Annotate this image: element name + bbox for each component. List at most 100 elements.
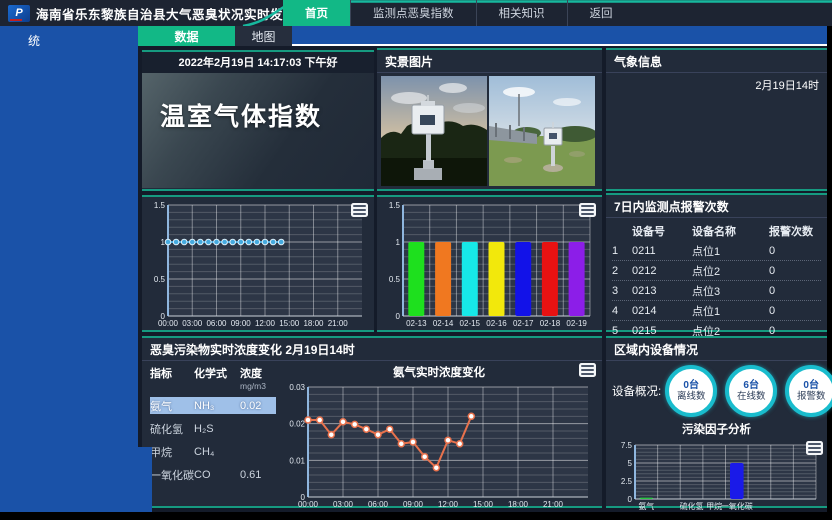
pollutant-row-NH₃[interactable]: 氨气NH₃0.02 xyxy=(150,397,276,414)
svg-text:0.03: 0.03 xyxy=(289,383,305,392)
col-alarm-count: 报警次数 xyxy=(769,223,821,239)
odor-panel: 恶臭污染物实时浓度变化 2月19日14时 指标 化学式 浓度 mg/m3 氨气N… xyxy=(142,336,602,508)
svg-text:02-15: 02-15 xyxy=(460,319,481,328)
app-title: 海南省乐东黎族自治县大气恶臭状况实时发布系 xyxy=(36,4,309,23)
col-indicator: 指标 xyxy=(150,365,194,391)
weather-panel-title: 气象信息 xyxy=(606,50,827,73)
greenhouse-index-title: 温室气体指数 xyxy=(142,73,374,133)
svg-text:02-18: 02-18 xyxy=(540,319,561,328)
ammonia-chart-area: 氨气实时浓度变化 00.010.020.0300:0003:0006:0009:… xyxy=(276,361,602,510)
svg-text:09:00: 09:00 xyxy=(231,319,252,328)
svg-text:02-17: 02-17 xyxy=(513,319,534,328)
chart-menu-icon[interactable] xyxy=(806,441,823,455)
svg-text:12:00: 12:00 xyxy=(255,319,276,328)
pollutant-row-H₂S[interactable]: 硫化氢H₂S xyxy=(150,420,276,437)
alarm-table-row: 30213点位30 xyxy=(612,281,821,301)
svg-text:甲烷: 甲烷 xyxy=(706,501,722,511)
concentration-unit: mg/m3 xyxy=(240,381,276,391)
svg-text:0.02: 0.02 xyxy=(289,420,305,429)
alarm-table-row: 40214点位10 xyxy=(612,301,821,321)
svg-text:18:00: 18:00 xyxy=(303,319,324,328)
svg-text:02-14: 02-14 xyxy=(433,319,454,328)
nav-item-home[interactable]: 首页 xyxy=(283,0,350,26)
top-nav: P 海南省乐东黎族自治县大气恶臭状况实时发布系 首页 监测点恶臭指数 相关知识 … xyxy=(0,0,832,26)
svg-text:21:00: 21:00 xyxy=(543,500,564,509)
svg-text:0.01: 0.01 xyxy=(289,456,305,465)
factor-analysis-chart: 02.557.5氨气硫化氢甲烷一氧化碳 xyxy=(609,438,824,512)
svg-text:21:00: 21:00 xyxy=(328,319,349,328)
alarm-panel-title: 7日内监测点报警次数 xyxy=(606,195,827,218)
greenhouse-banner: 温室气体指数 xyxy=(142,73,374,188)
svg-text:03:00: 03:00 xyxy=(333,500,354,509)
svg-text:1.5: 1.5 xyxy=(154,201,166,210)
svg-text:15:00: 15:00 xyxy=(279,319,300,328)
weather-time: 2月19日14时 xyxy=(606,73,827,97)
greenhouse-daily-chart: 00.511.502-1302-1402-1502-1602-1702-1802… xyxy=(377,198,598,329)
devices-panel: 区域内设备情况 设备概况: 0台 离线数 6台 在线数 0台 报警数 xyxy=(606,336,827,508)
stat-offline: 0台 离线数 xyxy=(665,365,717,417)
device-overview-label: 设备概况: xyxy=(612,383,661,399)
datetime-text: 2022年2月19日 14:17:03 下午好 xyxy=(142,52,374,73)
chart-menu-icon[interactable] xyxy=(579,363,596,377)
pollutant-row-CO[interactable]: 一氧化碳CO0.61 xyxy=(150,466,276,483)
svg-text:00:00: 00:00 xyxy=(158,319,179,328)
svg-text:1: 1 xyxy=(396,238,401,247)
svg-text:2.5: 2.5 xyxy=(621,477,633,486)
svg-text:12:00: 12:00 xyxy=(438,500,459,509)
photo-station-2 xyxy=(489,76,595,186)
stat-online: 6台 在线数 xyxy=(725,365,777,417)
ammonia-chart-title: 氨气实时浓度变化 xyxy=(276,361,602,380)
photo-station-1 xyxy=(381,76,487,186)
pollutant-row-CH₄[interactable]: 甲烷CH₄ xyxy=(150,443,276,460)
tab-map[interactable]: 地图 xyxy=(235,26,292,46)
nav-item-back[interactable]: 返回 xyxy=(567,0,635,26)
photos-panel: 实景图片 xyxy=(377,48,602,191)
greenhouse-trend-chart: 00.511.500:0003:0006:0009:0012:0015:0018… xyxy=(142,198,370,329)
tab-data[interactable]: 数据 xyxy=(138,26,235,46)
sidebar-system-label: 统 xyxy=(0,26,138,49)
pollutant-table-header: 指标 化学式 浓度 mg/m3 xyxy=(150,365,276,391)
odor-panel-title: 恶臭污染物实时浓度变化 2月19日14时 xyxy=(142,338,602,361)
svg-text:02-16: 02-16 xyxy=(486,319,507,328)
nav-item-knowledge[interactable]: 相关知识 xyxy=(476,0,567,26)
page-background-notch xyxy=(138,447,152,512)
svg-text:02-13: 02-13 xyxy=(406,319,427,328)
odor-title-text: 恶臭污染物实时浓度变化 xyxy=(150,343,282,357)
pollutant-table-body: 氨气NH₃0.02 硫化氢H₂S 甲烷CH₄ 一氧化碳CO0.61 xyxy=(150,397,276,483)
weather-panel: 气象信息 2月19日14时 xyxy=(606,48,827,191)
svg-text:06:00: 06:00 xyxy=(206,319,227,328)
col-device-name: 设备名称 xyxy=(692,223,769,239)
greeting-panel: 2022年2月19日 14:17:03 下午好 温室气体指数 xyxy=(142,50,374,191)
app-root: P 海南省乐东黎族自治县大气恶臭状况实时发布系 首页 监测点恶臭指数 相关知识 … xyxy=(0,0,832,520)
svg-text:03:00: 03:00 xyxy=(182,319,203,328)
svg-text:硫化氢: 硫化氢 xyxy=(680,501,704,511)
greenhouse-trend-panel: 00.511.500:0003:0006:0009:0012:0015:0018… xyxy=(142,195,374,332)
svg-text:氨气: 氨气 xyxy=(638,501,654,511)
alarm-table-row: 10211点位10 xyxy=(612,241,821,261)
svg-text:15:00: 15:00 xyxy=(473,500,494,509)
chart-menu-icon[interactable] xyxy=(351,203,368,217)
svg-text:一氧化碳: 一氧化碳 xyxy=(721,501,753,511)
svg-text:06:00: 06:00 xyxy=(368,500,389,509)
svg-text:18:00: 18:00 xyxy=(508,500,529,509)
svg-text:5: 5 xyxy=(628,459,633,468)
greenhouse-daily-panel: 00.511.502-1302-1402-1502-1602-1702-1802… xyxy=(377,195,602,332)
col-device-id: 设备号 xyxy=(632,223,692,239)
factor-analysis-title: 污染因子分析 xyxy=(606,417,827,438)
nav-item-odor-index[interactable]: 监测点恶臭指数 xyxy=(350,0,476,26)
photo-gallery xyxy=(377,73,602,189)
odor-time-text: 2月19日14时 xyxy=(285,343,354,357)
photos-panel-title: 实景图片 xyxy=(377,50,602,73)
svg-text:02-19: 02-19 xyxy=(566,319,587,328)
stat-alarm: 0台 报警数 xyxy=(785,365,832,417)
dashboard-content: 2022年2月19日 14:17:03 下午好 温室气体指数 0 0.5 1 1.5 0… xyxy=(138,46,827,512)
chart-menu-icon[interactable] xyxy=(579,203,596,217)
svg-text:0.5: 0.5 xyxy=(389,275,401,284)
svg-text:0: 0 xyxy=(628,495,633,504)
tab-bar: 数据 地图 xyxy=(138,26,832,46)
svg-text:0.5: 0.5 xyxy=(154,275,166,284)
devices-panel-title: 区域内设备情况 xyxy=(606,338,827,361)
col-concentration: 浓度 mg/m3 xyxy=(240,365,276,391)
left-sidebar: 统 xyxy=(0,26,138,512)
app-logo: P xyxy=(8,5,30,22)
